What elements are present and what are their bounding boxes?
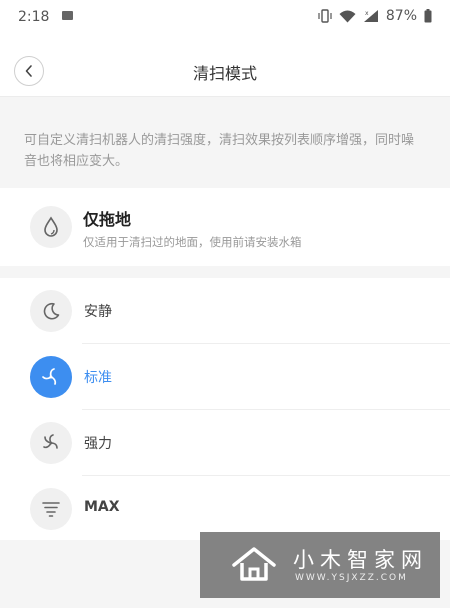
vibrate-icon (318, 9, 332, 23)
mode-description: 可自定义清扫机器人的清扫强度，清扫效果按列表顺序增强，同时噪音也将相应变大。 (24, 133, 415, 169)
watermark-overlay: 小木智家网 WWW.YSJXZZ.COM (200, 532, 440, 598)
fan-icon (43, 434, 58, 449)
wifi-icon (339, 10, 356, 22)
watermark-url: WWW.YSJXZZ.COM (295, 573, 408, 583)
mode-item-standard[interactable]: 标准 (0, 344, 450, 410)
image-notification-icon (62, 11, 73, 20)
watermark-title: 小木智家网 (293, 548, 428, 572)
mode-label: MAX (84, 499, 120, 515)
suction-mode-list: 安静 标准 强力 MAX (0, 278, 450, 540)
house-logo-icon (232, 547, 276, 581)
fan-icon (42, 368, 57, 385)
mode-label: 安静 (84, 304, 112, 320)
mode-icon-circle (30, 422, 72, 464)
mop-only-title: 仅拖地 (83, 210, 132, 229)
mop-icon-circle (30, 206, 72, 248)
mode-item-strong[interactable]: 强力 (0, 410, 450, 476)
moon-icon (43, 302, 60, 320)
mop-only-subtitle: 仅适用于清扫过的地面，使用前请安装水箱 (83, 235, 302, 249)
mode-label-selected: 标准 (84, 370, 112, 386)
mode-item-quiet[interactable]: 安静 (0, 278, 450, 344)
signal-icon: x (363, 10, 378, 22)
mode-icon-circle-selected (30, 356, 72, 398)
battery-icon (424, 9, 432, 23)
battery-percent: 87% (385, 8, 417, 24)
status-icons: x 87% (318, 8, 432, 24)
mop-only-option[interactable]: 仅拖地 仅适用于清扫过的地面，使用前请安装水箱 (0, 188, 450, 266)
status-time: 2:18 (18, 9, 50, 25)
mode-label: 强力 (84, 436, 112, 452)
mode-icon-circle (30, 488, 72, 530)
page-title: 清扫模式 (192, 64, 257, 83)
tornado-icon (42, 502, 60, 517)
water-drop-icon (44, 216, 58, 237)
svg-text:x: x (365, 10, 369, 17)
status-bar: 2:18 x 87% (0, 0, 450, 34)
mode-icon-circle (30, 290, 72, 332)
app-bar: 清扫模式 (0, 34, 450, 97)
